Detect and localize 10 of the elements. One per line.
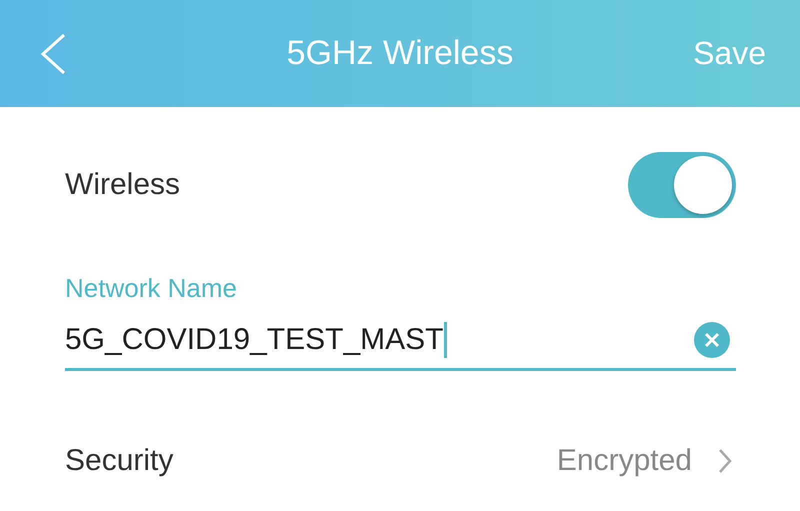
clear-icon[interactable] xyxy=(694,322,730,358)
save-button[interactable]: Save xyxy=(693,35,766,72)
back-icon[interactable] xyxy=(40,32,66,74)
network-name-label: Network Name xyxy=(65,273,237,304)
page-title: 5GHz Wireless xyxy=(286,34,514,73)
wireless-label: Wireless xyxy=(65,168,180,202)
network-name-field[interactable]: 5G_COVID19_TEST_MAST xyxy=(65,312,736,371)
security-label: Security xyxy=(65,444,174,478)
security-value[interactable]: Encrypted xyxy=(556,444,692,478)
chevron-icon[interactable] xyxy=(718,448,732,474)
